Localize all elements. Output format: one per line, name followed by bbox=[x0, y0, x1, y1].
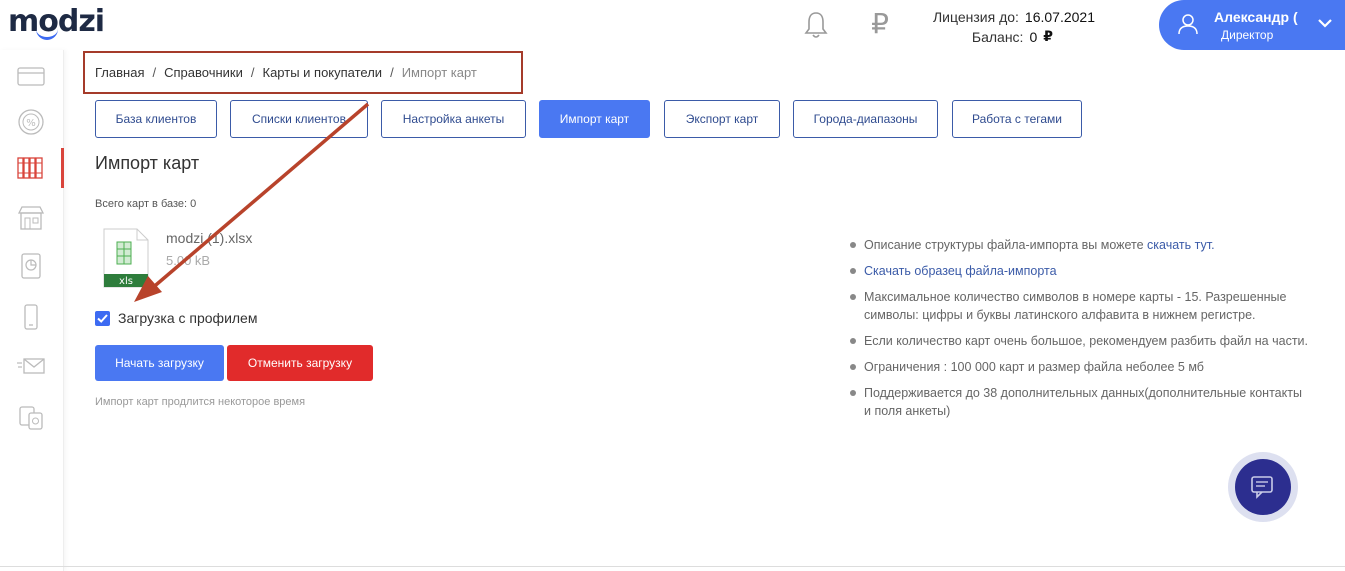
tab-client-lists[interactable]: Списки клиентов bbox=[230, 100, 368, 138]
sidebar-item-shops[interactable] bbox=[0, 198, 62, 238]
info-item: Максимальное количество символов в номер… bbox=[848, 288, 1308, 324]
breadcrumb: Главная / Справочники / Карты и покупате… bbox=[83, 51, 523, 94]
file-size: 5.00 kB bbox=[166, 253, 211, 268]
check-icon bbox=[97, 314, 108, 323]
card-icon bbox=[17, 67, 45, 86]
balance-value: 0 bbox=[1029, 29, 1038, 45]
info-item: Ограничения : 100 000 карт и размер файл… bbox=[848, 358, 1308, 376]
excel-file-icon: xls bbox=[103, 228, 149, 288]
download-sample-link[interactable]: Скачать образец файла-импорта bbox=[864, 264, 1057, 278]
user-role: Директор bbox=[1221, 28, 1274, 42]
profile-upload-checkbox[interactable] bbox=[95, 311, 110, 326]
percent-icon: % bbox=[18, 109, 44, 135]
tab-city-ranges[interactable]: Города-диапазоны bbox=[793, 100, 938, 138]
cancel-upload-button[interactable]: Отменить загрузку bbox=[227, 345, 373, 381]
sidebar-item-reports[interactable] bbox=[0, 246, 62, 286]
info-item: Описание структуры файла-импорта вы може… bbox=[848, 236, 1308, 254]
sidebar-item-mobile[interactable] bbox=[0, 297, 62, 337]
sidebar: % bbox=[0, 50, 64, 571]
report-icon bbox=[21, 253, 41, 279]
info-text: Описание структуры файла-импорта вы може… bbox=[864, 238, 1148, 252]
download-structure-link[interactable]: скачать тут. bbox=[1147, 238, 1215, 252]
breadcrumb-separator: / bbox=[152, 65, 157, 80]
chat-icon bbox=[1251, 476, 1273, 499]
license-label: Лицензия до: bbox=[932, 9, 1019, 25]
license-date: 16.07.2021 bbox=[1024, 9, 1095, 25]
file-ext-label: xls bbox=[119, 276, 133, 287]
tab-tags[interactable]: Работа с тегами bbox=[952, 100, 1082, 138]
chat-button[interactable] bbox=[1235, 459, 1291, 515]
info-item: Если количество карт очень большое, реко… bbox=[848, 332, 1308, 350]
import-note: Импорт карт продлится некоторое время bbox=[95, 396, 306, 408]
breadcrumb-home[interactable]: Главная bbox=[95, 65, 144, 80]
user-name: Александр ( bbox=[1214, 9, 1298, 25]
top-header: modzi ₽ Лицензия до: 16.07.2021 Баланс: … bbox=[0, 0, 1345, 50]
tab-client-base[interactable]: База клиентов bbox=[95, 100, 217, 138]
breadcrumb-cards-customers[interactable]: Карты и покупатели bbox=[263, 65, 383, 80]
bell-icon[interactable] bbox=[803, 10, 829, 40]
profile-upload-label[interactable]: Загрузка с профилем bbox=[118, 310, 257, 326]
books-icon bbox=[17, 157, 43, 179]
sidebar-item-discounts[interactable]: % bbox=[0, 102, 62, 142]
svg-text:%: % bbox=[26, 118, 36, 129]
total-cards-label: Всего карт в базе: 0 bbox=[95, 198, 197, 210]
breadcrumb-directories[interactable]: Справочники bbox=[164, 65, 243, 80]
file-name: modzi (1).xlsx bbox=[166, 230, 253, 246]
mail-icon bbox=[17, 358, 45, 374]
info-item: Поддерживается до 38 дополнительных данн… bbox=[848, 384, 1308, 420]
ruble-icon[interactable]: ₽ bbox=[868, 8, 892, 40]
balance-label: Баланс: bbox=[971, 29, 1024, 45]
store-icon bbox=[17, 206, 45, 230]
import-info-list: Описание структуры файла-импорта вы може… bbox=[848, 236, 1308, 428]
tab-import-cards[interactable]: Импорт карт bbox=[539, 100, 650, 138]
phone-icon bbox=[24, 304, 38, 330]
sidebar-active-indicator bbox=[61, 148, 64, 188]
breadcrumb-separator: / bbox=[250, 65, 255, 80]
user-icon bbox=[1178, 14, 1198, 35]
devices-icon bbox=[19, 406, 43, 430]
chat-widget[interactable] bbox=[1228, 452, 1298, 522]
breadcrumb-separator: / bbox=[390, 65, 394, 80]
bottom-divider bbox=[0, 566, 1345, 567]
sidebar-item-devices[interactable] bbox=[0, 398, 62, 438]
start-upload-button[interactable]: Начать загрузку bbox=[95, 345, 224, 381]
sidebar-item-directories[interactable] bbox=[0, 148, 62, 188]
user-menu[interactable]: Александр ( Директор bbox=[1159, 0, 1345, 50]
sidebar-item-mailing[interactable] bbox=[0, 346, 62, 386]
balance-currency: ₽ bbox=[1043, 29, 1053, 45]
tab-export-cards[interactable]: Экспорт карт bbox=[664, 100, 780, 138]
sidebar-item-cards[interactable] bbox=[0, 56, 62, 96]
chevron-down-icon[interactable] bbox=[1317, 17, 1333, 29]
info-item: Скачать образец файла-импорта bbox=[848, 262, 1308, 280]
tab-form-settings[interactable]: Настройка анкеты bbox=[381, 100, 526, 138]
breadcrumb-current: Импорт карт bbox=[401, 65, 477, 80]
page-title: Импорт карт bbox=[95, 153, 200, 173]
license-info: Лицензия до: 16.07.2021 Баланс: 0 ₽ bbox=[920, 7, 1095, 47]
